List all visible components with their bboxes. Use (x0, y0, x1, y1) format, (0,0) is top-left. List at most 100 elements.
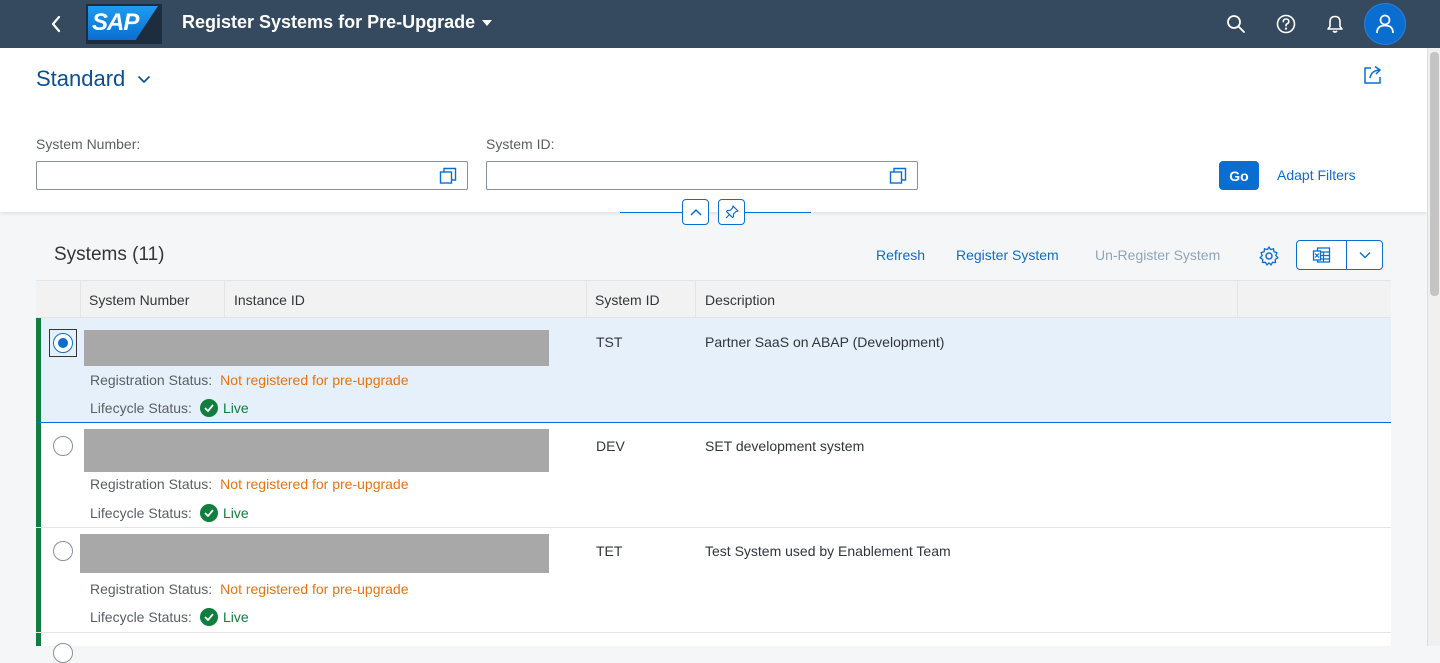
variant-selector[interactable]: Standard (36, 66, 151, 92)
system-id-input[interactable] (487, 162, 877, 189)
table-row[interactable]: DEV SET development system Registration … (36, 423, 1391, 528)
registration-status-value: Not registered for pre-upgrade (220, 372, 409, 388)
page-scrollbar[interactable] (1427, 48, 1440, 646)
search-button[interactable] (1224, 12, 1248, 36)
export-menu-button[interactable] (1347, 241, 1382, 269)
redacted-ids (84, 429, 549, 472)
system-number-input[interactable] (37, 162, 427, 189)
export-button[interactable] (1297, 241, 1347, 269)
bell-icon (1327, 15, 1343, 33)
row-select-radio[interactable] (53, 436, 73, 456)
lifecycle-status: Lifecycle Status: Live (90, 504, 249, 522)
column-description[interactable]: Description (696, 281, 1238, 318)
help-button[interactable] (1274, 12, 1298, 36)
value-help-icon[interactable] (889, 167, 907, 185)
filter-header: Standard System Number: System ID: Go Ad… (0, 48, 1427, 212)
lifecycle-status: Lifecycle Status: Live (90, 399, 249, 417)
logo-text: SAP (92, 9, 139, 36)
system-id-cell: DEV (596, 438, 625, 454)
collapse-header-button[interactable] (682, 199, 709, 225)
row-highlight (36, 423, 41, 527)
select-column-header (36, 281, 81, 318)
caret-down-icon (482, 19, 493, 26)
lifecycle-status-label: Lifecycle Status: (90, 505, 192, 521)
lifecycle-status-value: Live (222, 505, 249, 521)
user-icon (1376, 14, 1394, 34)
system-id-field (486, 161, 918, 190)
check-circle-icon (199, 504, 218, 522)
unregister-system-button[interactable]: Un-Register System (1095, 247, 1220, 263)
lifecycle-status-label: Lifecycle Status: (90, 609, 192, 625)
table-row[interactable]: TST Partner SaaS on ABAP (Development) R… (36, 318, 1391, 423)
registration-status-value: Not registered for pre-upgrade (220, 476, 409, 492)
chevron-up-icon (689, 208, 702, 216)
shell-bar: SAP Register Systems for Pre-Upgrade (0, 0, 1440, 48)
app-title-menu[interactable]: Register Systems for Pre-Upgrade (182, 12, 493, 33)
lifecycle-status: Lifecycle Status: Live (90, 608, 249, 626)
table-row[interactable]: TET Test System used by Enablement Team … (36, 528, 1391, 633)
sap-logo[interactable]: SAP (86, 4, 162, 44)
lifecycle-status-value: Live (222, 609, 249, 625)
notifications-button[interactable] (1323, 12, 1347, 36)
column-instance-id[interactable]: Instance ID (225, 281, 587, 318)
row-highlight (36, 528, 41, 632)
back-button[interactable] (44, 12, 68, 36)
registration-status: Registration Status: Not registered for … (90, 372, 409, 388)
registration-status: Registration Status: Not registered for … (90, 476, 409, 492)
system-id-label: System ID: (486, 136, 555, 152)
app-title: Register Systems for Pre-Upgrade (182, 12, 476, 32)
chevron-down-icon (138, 75, 151, 83)
lifecycle-status-label: Lifecycle Status: (90, 400, 192, 416)
row-highlight (36, 318, 41, 422)
check-circle-icon (199, 608, 218, 626)
check-circle-icon (199, 399, 218, 417)
description-cell: SET development system (705, 438, 865, 454)
export-split-button (1296, 240, 1383, 270)
chevron-down-icon (1359, 252, 1370, 259)
registration-status-label: Registration Status: (90, 581, 213, 597)
row-select-radio[interactable] (53, 541, 73, 561)
lifecycle-status-value-wrap: Live (199, 504, 249, 522)
help-icon (1276, 14, 1296, 34)
lifecycle-status-value-wrap: Live (199, 608, 249, 626)
lifecycle-status-value: Live (222, 400, 249, 416)
variant-name: Standard (36, 66, 126, 91)
redacted-ids (84, 330, 549, 366)
register-system-button[interactable]: Register System (956, 247, 1059, 263)
registration-status-label: Registration Status: (90, 372, 213, 388)
export-spreadsheet-icon (1312, 247, 1330, 263)
column-system-number[interactable]: System Number (81, 281, 225, 318)
table-title: Systems (11) (54, 244, 165, 265)
pin-header-button[interactable] (718, 199, 745, 225)
header-divider (745, 212, 811, 213)
system-number-label: System Number: (36, 136, 141, 152)
back-icon (51, 15, 61, 33)
table-toolbar: Systems (11) Refresh Register System Un-… (36, 232, 1391, 280)
lifecycle-status-value-wrap: Live (199, 399, 249, 417)
gear-icon[interactable] (1258, 245, 1280, 267)
system-number-field (36, 161, 468, 190)
redacted-ids (80, 534, 549, 573)
registration-status: Registration Status: Not registered for … (90, 581, 409, 597)
share-icon[interactable] (1362, 64, 1384, 86)
adapt-filters-link[interactable]: Adapt Filters (1277, 167, 1356, 183)
value-help-icon[interactable] (439, 167, 457, 185)
column-system-id[interactable]: System ID (587, 281, 696, 318)
refresh-button[interactable]: Refresh (876, 247, 925, 263)
row-select-radio[interactable] (53, 333, 73, 353)
row-highlight (36, 633, 41, 646)
registration-status-value: Not registered for pre-upgrade (220, 581, 409, 597)
user-avatar[interactable] (1364, 3, 1406, 45)
table-header: System Number Instance ID System ID Desc… (36, 280, 1391, 318)
go-button[interactable]: Go (1219, 161, 1259, 190)
table-row[interactable] (36, 633, 1391, 663)
header-divider (620, 212, 682, 213)
description-cell: Test System used by Enablement Team (705, 543, 951, 559)
system-id-cell: TST (596, 334, 623, 350)
system-id-cell: TET (596, 543, 623, 559)
pin-icon (725, 205, 739, 219)
description-cell: Partner SaaS on ABAP (Development) (705, 334, 945, 350)
search-icon (1227, 15, 1245, 33)
scrollbar-thumb[interactable] (1430, 52, 1439, 296)
row-select-radio[interactable] (53, 643, 73, 663)
